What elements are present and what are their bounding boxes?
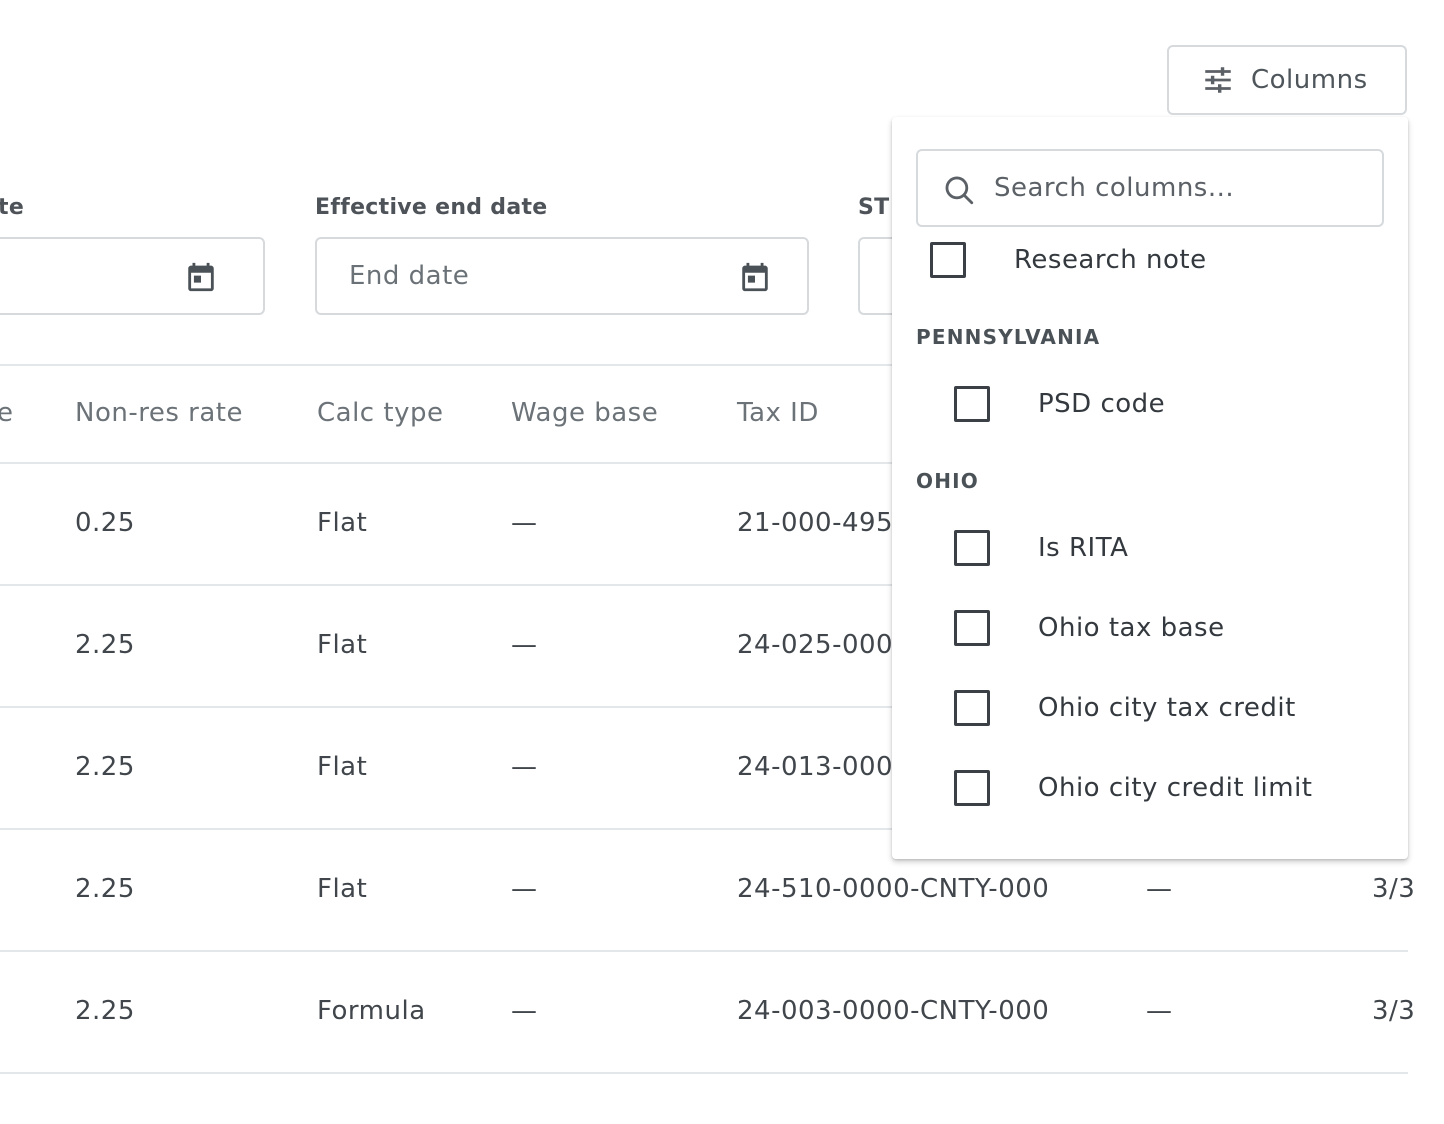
calendar-icon[interactable] <box>184 259 218 295</box>
cell-nonres-rate: 2.25 <box>75 874 135 904</box>
cell-wage-base: — <box>511 996 538 1026</box>
cell-nonres-rate: 2.25 <box>75 752 135 782</box>
search-columns-input[interactable]: Search columns... <box>916 149 1384 227</box>
cell-calc-type: Flat <box>317 874 368 904</box>
column-option-psd-code[interactable]: PSD code <box>954 386 1165 422</box>
group-heading-ohio: OHIO <box>916 469 979 493</box>
column-option-label: Ohio city tax credit <box>1038 693 1296 723</box>
column-option-label: Is RITA <box>1038 533 1129 563</box>
columns-button-label: Columns <box>1251 65 1368 95</box>
cell-date: 3/3 <box>1372 996 1416 1026</box>
end-date-placeholder: End date <box>349 261 470 291</box>
cell-wage-base: — <box>511 752 538 782</box>
checkbox[interactable] <box>954 530 990 566</box>
cell-date: 3/3 <box>1372 874 1416 904</box>
column-option-research-note[interactable]: Research note <box>930 242 1207 278</box>
cell-extra: — <box>1146 996 1173 1026</box>
columns-menu: Search columns... Research note PENNSYLV… <box>892 117 1408 859</box>
cell-nonres-rate: 0.25 <box>75 508 135 538</box>
sliders-icon <box>1205 67 1231 93</box>
cell-tax-id: 24-013-000 <box>737 752 894 782</box>
calendar-icon[interactable] <box>738 259 772 295</box>
row-divider <box>0 1072 1408 1074</box>
cell-tax-id: 24-510-0000-CNTY-000 <box>737 874 1050 904</box>
column-option-ohio-city-credit-limit[interactable]: Ohio city credit limit <box>954 770 1313 806</box>
cell-tax-id: 24-003-0000-CNTY-000 <box>737 996 1050 1026</box>
checkbox[interactable] <box>954 610 990 646</box>
cell-tax-id: 24-025-000 <box>737 630 894 660</box>
cell-nonres-rate: 2.25 <box>75 630 135 660</box>
column-option-label: PSD code <box>1038 389 1166 419</box>
row-divider <box>0 950 1408 952</box>
columns-button[interactable]: Columns <box>1167 45 1407 115</box>
checkbox[interactable] <box>930 242 966 278</box>
checkbox[interactable] <box>954 690 990 726</box>
search-icon <box>945 176 974 205</box>
cell-calc-type: Flat <box>317 508 368 538</box>
column-option-ohio-tax-base[interactable]: Ohio tax base <box>954 610 1225 646</box>
search-columns-placeholder: Search columns... <box>994 173 1235 203</box>
column-option-label: Ohio city credit limit <box>1038 773 1313 803</box>
column-header-calc-type[interactable]: Calc type <box>317 398 443 428</box>
third-filter-label: ST <box>858 195 890 220</box>
cell-calc-type: Flat <box>317 752 368 782</box>
group-heading-pennsylvania: PENNSYLVANIA <box>916 325 1101 349</box>
column-option-ohio-city-tax-credit[interactable]: Ohio city tax credit <box>954 690 1296 726</box>
column-header-wage-base[interactable]: Wage base <box>511 398 658 428</box>
cell-calc-type: Formula <box>317 996 426 1026</box>
checkbox[interactable] <box>954 386 990 422</box>
cell-wage-base: — <box>511 508 538 538</box>
page: Columns te Effective end date ST End dat… <box>0 0 1444 1124</box>
end-date-field[interactable]: End date <box>315 237 809 315</box>
column-header-tax-id[interactable]: Tax ID <box>737 398 819 428</box>
column-option-is-rita[interactable]: Is RITA <box>954 530 1128 566</box>
column-header-partial[interactable]: e <box>0 398 14 428</box>
checkbox[interactable] <box>954 770 990 806</box>
end-date-label: Effective end date <box>315 195 548 220</box>
start-date-field[interactable] <box>0 237 265 315</box>
column-option-label: Research note <box>1014 245 1207 275</box>
cell-extra: — <box>1146 874 1173 904</box>
column-header-nonres-rate[interactable]: Non-res rate <box>75 398 243 428</box>
cell-tax-id: 21-000-495 <box>737 508 894 538</box>
column-option-label: Ohio tax base <box>1038 613 1225 643</box>
cell-nonres-rate: 2.25 <box>75 996 135 1026</box>
cell-calc-type: Flat <box>317 630 368 660</box>
cell-wage-base: — <box>511 874 538 904</box>
start-date-label: te <box>0 195 25 220</box>
cell-wage-base: — <box>511 630 538 660</box>
